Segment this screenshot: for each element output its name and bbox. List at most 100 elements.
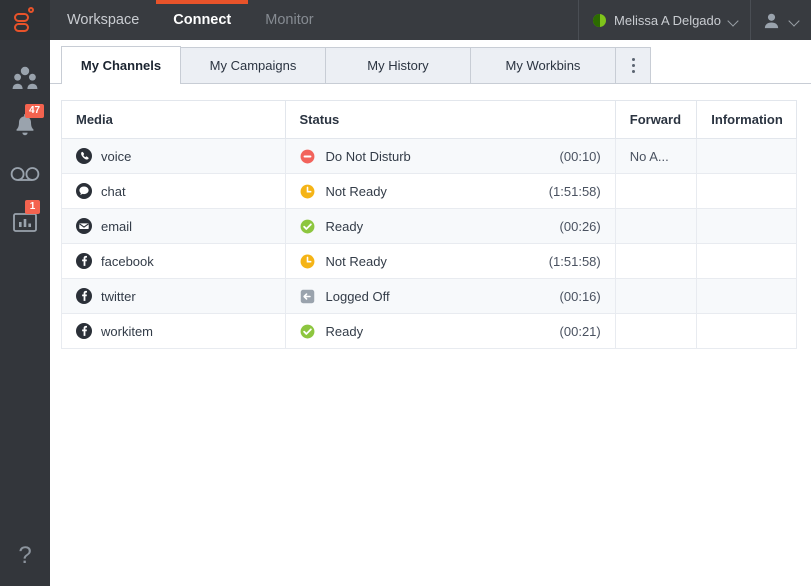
clock-icon: [300, 184, 315, 199]
nav-item-workspace[interactable]: Workspace: [50, 0, 156, 40]
chevron-down-icon: [729, 16, 738, 25]
topbar-spacer: [331, 0, 578, 40]
sidebar-item-voicemail[interactable]: [0, 150, 50, 198]
table-row[interactable]: chat Not Ready (1:51: [62, 174, 797, 209]
chat-bubble-icon: [76, 183, 92, 199]
user-zone: Melissa A Delgado: [578, 0, 811, 40]
notifications-badge: 47: [25, 104, 44, 118]
table-row[interactable]: voice Do Not Disturb: [62, 139, 797, 174]
column-header-media[interactable]: Media: [62, 101, 286, 139]
cell-information: [697, 244, 797, 279]
workitem-icon: [76, 323, 92, 339]
media-label: facebook: [101, 254, 154, 269]
table-header-row: Media Status Forward Information: [62, 101, 797, 139]
table-row[interactable]: twitter Logged Off (: [62, 279, 797, 314]
sidebar-item-team-contacts[interactable]: [0, 54, 50, 102]
column-header-forward[interactable]: Forward: [615, 101, 697, 139]
tab-label-my-workbins: My Workbins: [506, 58, 581, 73]
logged-off-arrow-icon: [300, 289, 315, 304]
cell-media: twitter: [62, 279, 286, 314]
cell-forward: [615, 174, 697, 209]
phone-icon: [76, 148, 92, 164]
table-row[interactable]: facebook Not Ready (: [62, 244, 797, 279]
genesys-logo-icon: [14, 7, 36, 33]
status-label: Logged Off: [326, 289, 549, 304]
sidebar-item-notifications[interactable]: 47: [0, 102, 50, 150]
cell-forward: [615, 314, 697, 349]
column-header-status[interactable]: Status: [285, 101, 615, 139]
table-row[interactable]: workitem Ready (00:2: [62, 314, 797, 349]
top-navigation-bar: Workspace Connect Monitor Melissa A Delg…: [0, 0, 811, 40]
account-menu[interactable]: [750, 0, 811, 40]
user-name-label: Melissa A Delgado: [614, 13, 721, 28]
tab-my-campaigns[interactable]: My Campaigns: [180, 47, 326, 83]
main-nav: Workspace Connect Monitor: [50, 0, 331, 40]
nav-item-connect[interactable]: Connect: [156, 0, 248, 40]
status-timer: (00:16): [560, 289, 601, 304]
cell-information: [697, 209, 797, 244]
chevron-down-icon: [790, 16, 799, 25]
cell-media: voice: [62, 139, 286, 174]
status-timer: (00:26): [560, 219, 601, 234]
table-row[interactable]: email Ready (00:26): [62, 209, 797, 244]
cell-media: email: [62, 209, 286, 244]
sidebar-item-statistics[interactable]: 1: [0, 198, 50, 246]
tab-label-my-campaigns: My Campaigns: [210, 58, 297, 73]
envelope-icon: [76, 218, 92, 234]
application-window: Workspace Connect Monitor Melissa A Delg…: [0, 0, 811, 586]
status-label: Not Ready: [326, 254, 538, 269]
voicemail-icon: [10, 166, 40, 182]
media-label: workitem: [101, 324, 153, 339]
column-header-information[interactable]: Information: [697, 101, 797, 139]
cell-status: Ready (00:26): [285, 209, 615, 244]
statistics-chart-icon: [13, 211, 37, 233]
do-not-disturb-icon: [300, 149, 315, 164]
tab-bar: My Channels My Campaigns My History My W…: [50, 40, 811, 84]
cell-media: facebook: [62, 244, 286, 279]
status-timer: (1:51:58): [549, 184, 601, 199]
nav-label-connect: Connect: [173, 12, 231, 28]
tab-my-channels[interactable]: My Channels: [61, 46, 181, 84]
status-label: Not Ready: [326, 184, 538, 199]
tab-my-history[interactable]: My History: [325, 47, 471, 83]
status-label: Ready: [326, 219, 549, 234]
cell-forward: [615, 279, 697, 314]
cell-media: workitem: [62, 314, 286, 349]
tab-my-workbins[interactable]: My Workbins: [470, 47, 616, 83]
cell-information: [697, 314, 797, 349]
check-circle-icon: [300, 324, 315, 339]
left-sidebar: 47 1 ?: [0, 40, 50, 586]
cell-forward: [615, 244, 697, 279]
agent-status-indicator-icon: [593, 14, 606, 27]
cell-status: Logged Off (00:16): [285, 279, 615, 314]
help-button[interactable]: ?: [0, 544, 50, 568]
user-status-menu[interactable]: Melissa A Delgado: [578, 0, 750, 40]
nav-label-monitor: Monitor: [265, 12, 313, 28]
status-timer: (00:21): [560, 324, 601, 339]
cell-forward: [615, 209, 697, 244]
nav-label-workspace: Workspace: [67, 12, 139, 28]
statistics-badge: 1: [25, 200, 40, 214]
status-label: Ready: [326, 324, 549, 339]
check-circle-icon: [300, 219, 315, 234]
nav-item-monitor[interactable]: Monitor: [248, 0, 330, 40]
tab-overflow-menu[interactable]: [615, 47, 651, 83]
cell-information: [697, 174, 797, 209]
cell-status: Not Ready (1:51:58): [285, 244, 615, 279]
cell-media: chat: [62, 174, 286, 209]
cell-status: Ready (00:21): [285, 314, 615, 349]
media-label: chat: [101, 184, 126, 199]
cell-forward: No A...: [615, 139, 697, 174]
status-timer: (00:10): [560, 149, 601, 164]
status-label: Do Not Disturb: [326, 149, 549, 164]
main-panel: My Channels My Campaigns My History My W…: [50, 40, 811, 586]
user-avatar-icon: [763, 12, 780, 29]
clock-icon: [300, 254, 315, 269]
genesys-logo[interactable]: [0, 0, 50, 40]
cell-information: [697, 139, 797, 174]
team-contacts-icon: [12, 66, 38, 90]
facebook-icon: [76, 253, 92, 269]
status-timer: (1:51:58): [549, 254, 601, 269]
kebab-menu-icon: [632, 58, 635, 73]
tab-label-my-channels: My Channels: [81, 58, 161, 73]
